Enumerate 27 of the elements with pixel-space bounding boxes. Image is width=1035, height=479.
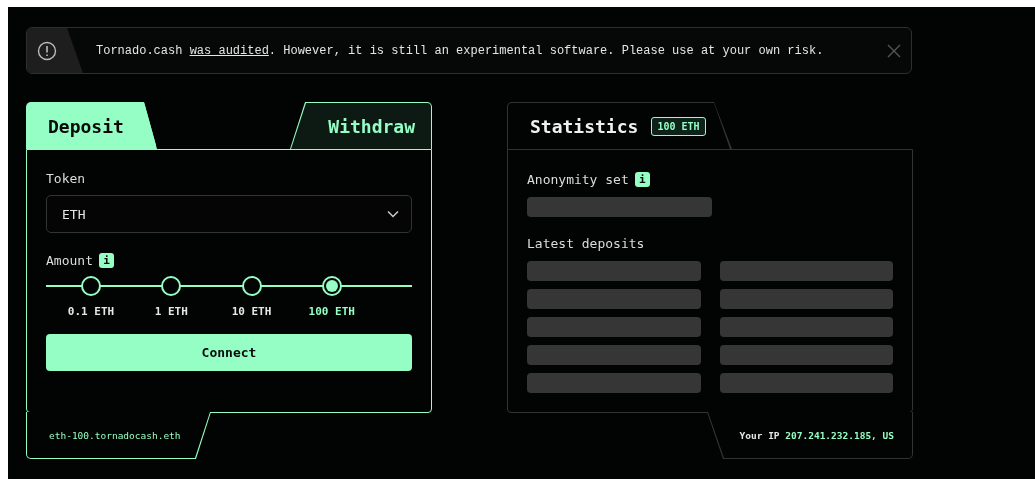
ens-name: eth-100.tornadocash.eth: [49, 429, 181, 441]
amount-stop[interactable]: [161, 276, 182, 296]
close-icon: [887, 43, 901, 58]
audit-link[interactable]: was audited: [189, 43, 269, 58]
amount-option-label: 100 ETH: [308, 305, 355, 318]
chevron-down-icon: [387, 210, 399, 218]
amount-option-label: 1 ETH: [154, 305, 188, 318]
info-badge[interactable]: i: [98, 253, 114, 268]
alert-icon: [37, 40, 57, 61]
amount-stop[interactable]: [241, 276, 262, 296]
amount-label: Amount: [46, 253, 93, 268]
amount-stop[interactable]: [321, 276, 342, 296]
latest-deposits-label: Latest deposits: [527, 236, 646, 251]
amount-stop[interactable]: [81, 276, 101, 296]
token-label: Token: [46, 171, 87, 186]
amount-option-label: 0.1 ETH: [67, 305, 115, 318]
info-badge[interactable]: i: [634, 172, 650, 187]
amount-option-label: 10 ETH: [231, 305, 272, 318]
statistics-title: Statistics: [530, 115, 639, 137]
token-select[interactable]: ETH: [46, 195, 412, 233]
tab[interactable]: Withdraw: [291, 103, 431, 149]
close-button[interactable]: [887, 43, 901, 58]
notice-text: Tornado.cash was audited. However, it is still an experimental software. Please use at your own risk.: [96, 43, 825, 58]
anonymity-set-label: Anonymity set: [527, 172, 629, 187]
connect-button[interactable]: Connect: [46, 334, 412, 371]
ip-info: Your IP 207.241.232.185, US: [739, 429, 894, 441]
pool-badge: 100 ETH: [651, 116, 706, 136]
